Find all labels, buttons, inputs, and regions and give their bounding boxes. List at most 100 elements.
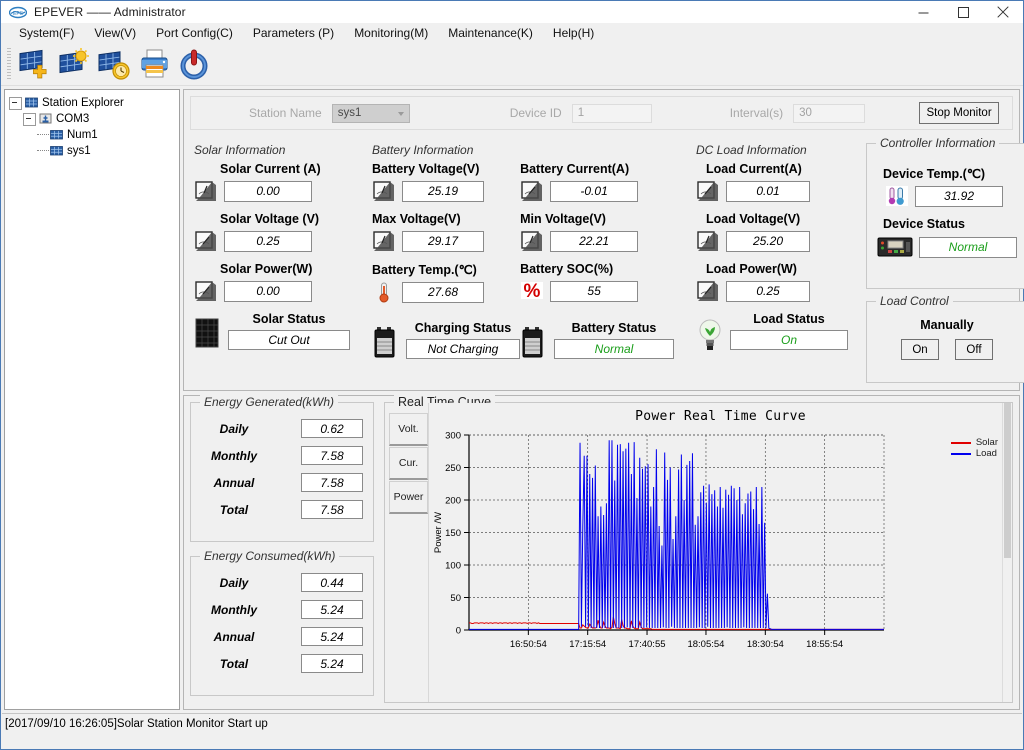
scrollbar-thumb[interactable]: [1004, 403, 1011, 559]
energy-consumed-monthly-value: 5.24: [301, 600, 363, 619]
battery-current-label: Battery Current(A): [520, 162, 630, 176]
max-voltage-label: Max Voltage(V): [372, 212, 461, 226]
charging-status-block: Charging Status Not Charging: [372, 321, 520, 359]
solar-clock-icon[interactable]: [95, 45, 133, 83]
menu-system[interactable]: System(F): [9, 24, 84, 42]
svg-text:%: %: [524, 281, 541, 302]
curve-tab-column: Volt. Cur. Power: [385, 403, 428, 702]
chart-container: Power Real Time Curve Solar Load 0 50 10…: [428, 403, 1012, 702]
battery-soc-value: 55: [550, 280, 639, 302]
solar-voltage-field: Solar Voltage (V) 0.25: [194, 212, 350, 253]
min-voltage-label: Min Voltage(V): [520, 212, 606, 226]
solar-power-value: 0.00: [224, 280, 312, 302]
battery-status-label: Battery Status: [571, 321, 657, 335]
controller-information-legend: Controller Information: [876, 136, 1000, 150]
load-status-block: Load Status On: [696, 312, 848, 350]
battery-status-value: Normal: [554, 339, 674, 359]
energy-column: Energy Generated(kWh) Daily 0.62 Monthly…: [190, 395, 374, 703]
station-name-select[interactable]: sys1: [331, 103, 410, 123]
tree-node-com[interactable]: COM3: [9, 111, 179, 127]
voltmeter-icon: [372, 229, 396, 253]
energy-consumed-panel: Energy Consumed(kWh) Daily 0.44 Monthly …: [190, 549, 374, 696]
device-temp-field: Device Temp.(℃) 31.92: [877, 166, 1017, 208]
monitor-top-panel: Station Name sys1 Device ID 1 Interval(s…: [183, 89, 1024, 391]
legend-label-solar: Solar: [975, 437, 998, 448]
energy-generated-row: Total 7.58: [201, 500, 363, 519]
device-id-input[interactable]: 1: [571, 103, 652, 123]
stop-monitor-button[interactable]: Stop Monitor: [919, 102, 1000, 124]
tree-node-sys1[interactable]: sys1: [9, 143, 179, 159]
svg-text:150: 150: [445, 528, 461, 539]
energy-generated-total-label: Total: [219, 502, 249, 517]
energy-consumed-total-value: 5.24: [301, 654, 363, 673]
application-window: EPS EPEVER —— Administrator System(F) Vi…: [0, 0, 1024, 750]
collapse-toggle-root[interactable]: [9, 96, 22, 110]
tab-volt[interactable]: Volt.: [389, 413, 428, 446]
battery-temp-label: Battery Temp.(℃): [372, 263, 477, 277]
collapse-toggle-com[interactable]: [23, 112, 36, 126]
minimize-icon[interactable]: [903, 1, 943, 23]
battery-icon: [372, 325, 400, 359]
tab-power[interactable]: Power: [389, 481, 428, 514]
solar-status-value: Cut Out: [228, 330, 350, 350]
interval-input[interactable]: 30: [793, 103, 866, 123]
load-on-button[interactable]: On: [901, 339, 939, 360]
tree-node-num1[interactable]: Num1: [9, 127, 179, 143]
device-status-value: Normal: [919, 236, 1017, 258]
svg-text:50: 50: [450, 593, 461, 604]
add-station-icon[interactable]: [15, 45, 53, 83]
solar-power-field: Solar Power(W) 0.00: [194, 262, 350, 303]
lightbulb-icon: [696, 316, 724, 350]
chart-title: Power Real Time Curve: [635, 409, 806, 424]
load-voltage-value: 25.20: [726, 230, 810, 252]
chevron-down-icon: [397, 111, 404, 116]
load-current-value: 0.01: [726, 180, 810, 202]
tree-node-num1-label: Num1: [67, 129, 98, 141]
load-power-value: 0.25: [726, 280, 810, 302]
power-real-time-curve: 0 50 100 150 200 250 300 16:50:54 17:15:54 17:40:…: [433, 431, 885, 650]
solar-current-label: Solar Current (A): [220, 162, 321, 176]
power-icon[interactable]: [175, 45, 213, 83]
energy-generated-legend: Energy Generated(kWh): [200, 395, 339, 409]
ammeter-icon: [696, 179, 720, 203]
energy-generated-daily-label: Daily: [219, 421, 249, 436]
energy-consumed-row: Monthly 5.24: [201, 600, 363, 619]
legend-label-load: Load: [975, 448, 997, 459]
battery-voltage-value: 25.19: [402, 180, 484, 202]
print-icon[interactable]: [135, 45, 173, 83]
energy-consumed-annual-value: 5.24: [301, 627, 363, 646]
energy-generated-monthly-value: 7.58: [301, 446, 363, 465]
svg-text:100: 100: [445, 561, 461, 572]
chart-vertical-scrollbar[interactable]: [1002, 403, 1012, 702]
controller-icon: [877, 236, 913, 258]
voltmeter-icon: [194, 229, 218, 253]
tree-node-root[interactable]: Station Explorer: [9, 95, 179, 111]
energy-generated-row: Monthly 7.58: [201, 446, 363, 465]
menu-help[interactable]: Help(H): [543, 24, 604, 42]
monitor-header-row: Station Name sys1 Device ID 1 Interval(s…: [190, 96, 1013, 130]
energy-generated-annual-value: 7.58: [301, 473, 363, 492]
menu-monitoring[interactable]: Monitoring(M): [344, 24, 438, 42]
min-voltage-value: 22.21: [550, 230, 639, 252]
solar-current-field: Solar Current (A) 0.00: [194, 162, 350, 203]
station-explorer-tree[interactable]: Station Explorer COM3 Num1 sys1: [4, 89, 180, 710]
solar-sun-icon[interactable]: [55, 45, 93, 83]
toolbar-grip[interactable]: [7, 48, 11, 80]
load-off-button[interactable]: Off: [955, 339, 993, 360]
energy-generated-annual-label: Annual: [213, 475, 255, 490]
svg-text:17:40:55: 17:40:55: [629, 639, 666, 650]
menu-parameters[interactable]: Parameters (P): [243, 24, 344, 42]
tab-cur[interactable]: Cur.: [389, 447, 428, 480]
menu-maintenance[interactable]: Maintenance(K): [438, 24, 543, 42]
maximize-icon[interactable]: [943, 1, 983, 23]
menu-port-config[interactable]: Port Config(C): [146, 24, 243, 42]
station-name-value: sys1: [337, 107, 362, 119]
menu-view[interactable]: View(V): [84, 24, 146, 42]
close-icon[interactable]: [983, 1, 1023, 23]
title-bar: EPS EPEVER —— Administrator: [1, 1, 1023, 23]
load-power-field: Load Power(W) 0.25: [696, 262, 848, 303]
status-message: [2017/09/10 16:26:05]Solar Station Monit…: [5, 718, 268, 730]
svg-text:16:50:54: 16:50:54: [510, 639, 547, 650]
device-id-label: Device ID: [509, 106, 562, 120]
station-name-label: Station Name: [249, 106, 322, 120]
